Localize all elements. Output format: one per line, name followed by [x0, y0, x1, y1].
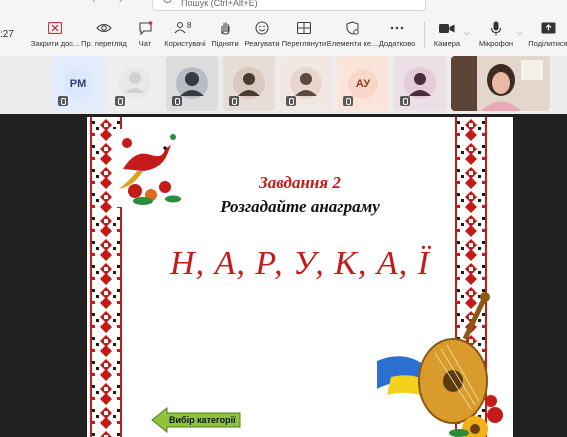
react-label: Реагувати — [244, 39, 280, 48]
chat-icon — [134, 20, 156, 36]
participant-tile[interactable]: АУ — [337, 56, 389, 111]
shared-screen: Завдання 2 Розгадайте анаграму Н, А, Р, … — [0, 114, 567, 437]
chat-label: Чат — [138, 39, 152, 48]
eye-icon — [93, 20, 115, 36]
participant-initials-avatar: PM — [63, 68, 93, 99]
mic-button[interactable]: Мікрофон — [476, 20, 516, 52]
camera-icon — [436, 20, 458, 36]
react-button[interactable]: Реагувати — [243, 20, 281, 52]
category-button-label: Вибір категорії — [169, 415, 236, 425]
people-count-badge: 8 — [187, 21, 192, 30]
task-title: Завдання 2 — [259, 173, 341, 192]
more-icon — [386, 20, 408, 36]
camera-label: Камера — [433, 39, 461, 48]
more-label: Додатково — [378, 39, 416, 48]
view-button[interactable]: Пр. перегляд — [80, 20, 128, 52]
participant-tile[interactable]: PM — [52, 56, 104, 111]
participant-initials-avatar: АУ — [348, 68, 378, 99]
grid-icon — [293, 20, 315, 36]
layout-button[interactable]: Переглянути — [282, 20, 326, 52]
mic-icon — [485, 20, 507, 36]
camera-chevron-down-icon[interactable]: ⌵ — [464, 30, 469, 38]
apps-label: Елементи ке... — [326, 39, 378, 48]
apps-button[interactable]: Елементи ке... — [326, 20, 378, 52]
participant-tile[interactable] — [223, 56, 275, 111]
share-icon — [537, 20, 559, 36]
people-label: Користувачі — [164, 39, 206, 48]
bandura-image — [377, 292, 503, 437]
search-input[interactable]: Пошук (Ctrl+Alt+E) — [152, 0, 426, 11]
mic-chevron-down-icon[interactable]: ⌵ — [517, 30, 522, 38]
participant-tile[interactable] — [166, 56, 218, 111]
share-label: Поділитися — [528, 39, 567, 48]
close-panel-button[interactable]: Закрити дос... — [30, 20, 80, 52]
mic-muted-icon — [400, 96, 410, 106]
task-instruction: Розгадайте анаграму — [220, 197, 380, 216]
participant-tile[interactable] — [109, 56, 161, 111]
mic-label: Мікрофон — [478, 39, 514, 48]
raise-hand-button[interactable]: Підняти — [209, 20, 241, 52]
hand-icon — [214, 20, 236, 36]
nav-arrows[interactable]: ‹ › — [92, 0, 132, 6]
share-button[interactable]: Поділитися — [528, 20, 567, 52]
presenter-video-tile[interactable] — [451, 56, 550, 111]
presentation-slide: Завдання 2 Розгадайте анаграму Н, А, Р, … — [87, 117, 513, 437]
raise-hand-label: Підняти — [211, 39, 239, 48]
mic-muted-icon — [229, 96, 239, 106]
search-icon — [163, 0, 172, 3]
mic-muted-icon — [58, 96, 68, 106]
mic-muted-icon — [172, 96, 182, 106]
participant-tile[interactable] — [394, 56, 446, 111]
people-icon: 8 — [174, 20, 196, 36]
camera-button[interactable]: Камера — [430, 20, 464, 52]
bird-ornament-image — [113, 129, 185, 207]
clock: :27 — [0, 29, 14, 40]
more-button[interactable]: Додатково — [378, 20, 416, 52]
chat-button[interactable]: Чат — [130, 20, 160, 52]
participant-strip: PM АУ — [0, 56, 567, 114]
people-button[interactable]: 8 Користувачі — [162, 20, 208, 52]
shield-icon — [341, 20, 363, 36]
mic-muted-icon — [115, 96, 125, 106]
layout-label: Переглянути — [281, 39, 327, 48]
toolbar-separator — [424, 22, 425, 48]
smile-icon — [251, 20, 273, 36]
close-panel-label: Закрити дос... — [30, 39, 80, 48]
meeting-toolbar: :27 ‹ › Пошук (Ctrl+Alt+E) Закрити дос..… — [0, 0, 567, 57]
close-panel-icon — [44, 20, 66, 36]
mic-muted-icon — [343, 96, 353, 106]
search-placeholder: Пошук (Ctrl+Alt+E) — [181, 0, 258, 8]
presenter-video — [451, 56, 550, 111]
anagram-letters: Н, А, Р, У, К, А, Ї — [170, 245, 430, 282]
view-label: Пр. перегляд — [81, 39, 127, 48]
mic-muted-icon — [286, 96, 296, 106]
participant-tile[interactable] — [280, 56, 332, 111]
